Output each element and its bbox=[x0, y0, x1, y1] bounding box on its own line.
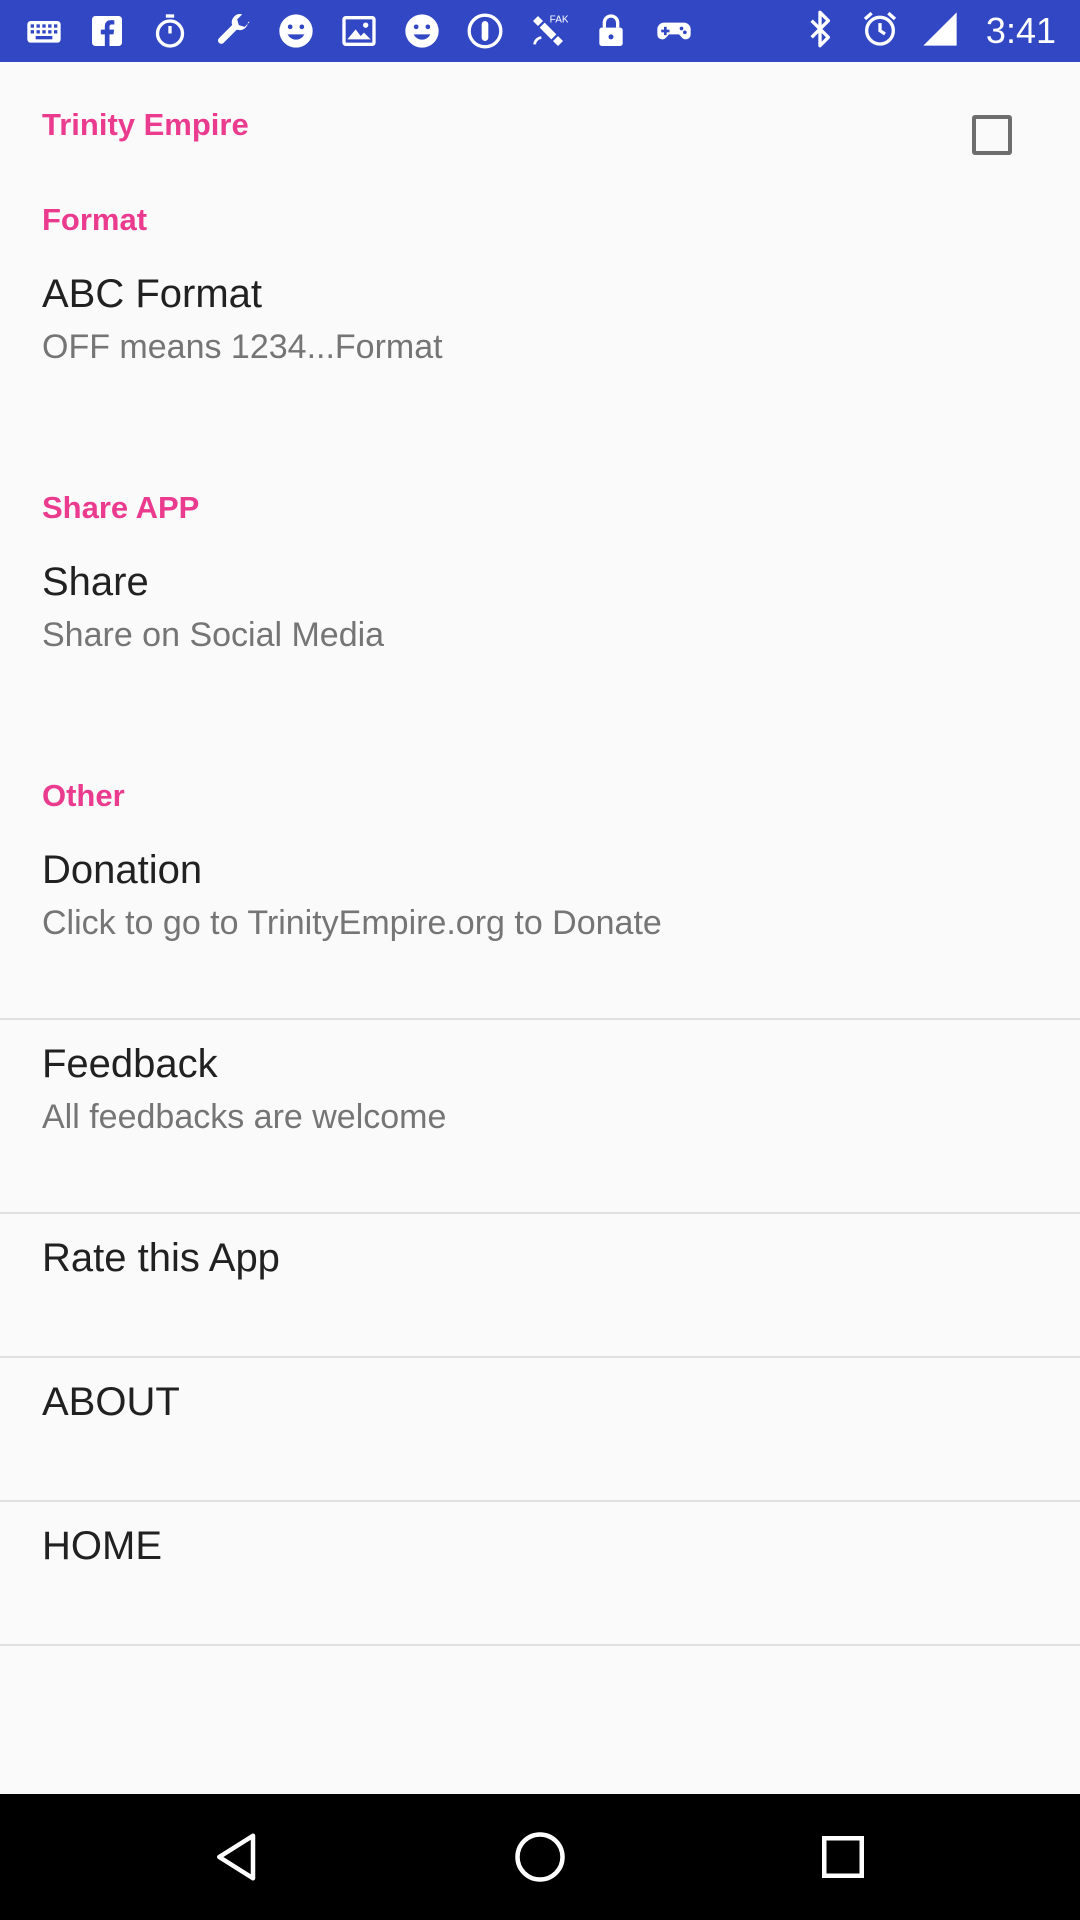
pref-feedback-summary: All feedbacks are welcome bbox=[42, 1098, 447, 1136]
circle-badge-icon bbox=[463, 9, 507, 53]
divider bbox=[0, 1644, 1080, 1646]
pref-share-summary: Share on Social Media bbox=[42, 616, 385, 654]
preferences-list: Trinity Empire Format ABC Format OFF mea… bbox=[0, 62, 1080, 1794]
pref-about-title: ABOUT bbox=[42, 1380, 180, 1424]
status-time: 3:41 bbox=[985, 10, 1056, 51]
pref-home[interactable]: HOME bbox=[0, 1524, 1080, 1594]
recents-icon[interactable] bbox=[803, 1817, 883, 1897]
abc-format-checkbox[interactable] bbox=[972, 115, 1012, 155]
notification-icons: FAKE bbox=[22, 0, 696, 62]
system-icons: 3:41 bbox=[800, 0, 1056, 62]
divider bbox=[0, 1212, 1080, 1214]
pref-abc-format-summary: OFF means 1234...Format bbox=[42, 328, 443, 366]
signal-icon bbox=[920, 9, 960, 54]
pref-about[interactable]: ABOUT bbox=[0, 1380, 1080, 1450]
pref-share-title: Share bbox=[42, 560, 149, 604]
pref-donation-title: Donation bbox=[42, 848, 203, 892]
fake-gps-satellite-icon: FAKE bbox=[526, 9, 570, 53]
divider bbox=[0, 1500, 1080, 1502]
category-share-app: Share APP bbox=[42, 490, 200, 525]
category-other: Other bbox=[42, 778, 125, 813]
navigation-bar bbox=[0, 1794, 1080, 1920]
bluetooth-icon bbox=[800, 9, 840, 54]
pref-abc-format-title: ABC Format bbox=[42, 272, 263, 316]
game-controller-icon bbox=[652, 9, 696, 53]
pref-rate-app[interactable]: Rate this App bbox=[0, 1236, 1080, 1306]
alarm-icon bbox=[860, 9, 900, 54]
pref-share[interactable]: Share Share on Social Media bbox=[0, 560, 1080, 670]
stopwatch-icon bbox=[148, 9, 192, 53]
status-bar: FAKE 3:41 bbox=[0, 0, 1080, 62]
category-app-name: Trinity Empire bbox=[42, 107, 249, 142]
smiley-icon bbox=[400, 9, 444, 53]
home-icon[interactable] bbox=[500, 1817, 580, 1897]
image-icon bbox=[337, 9, 381, 53]
pref-abc-format[interactable]: ABC Format OFF means 1234...Format bbox=[0, 115, 1080, 432]
pref-donation-summary: Click to go to TrinityEmpire.org to Dona… bbox=[42, 904, 662, 942]
pref-home-title: HOME bbox=[42, 1524, 162, 1568]
divider bbox=[0, 1356, 1080, 1358]
smiley-icon bbox=[274, 9, 318, 53]
settings-screen: FAKE 3:41 Trinity Empire Format bbox=[0, 0, 1080, 1920]
lock-icon bbox=[589, 9, 633, 53]
divider bbox=[0, 1018, 1080, 1020]
back-icon[interactable] bbox=[198, 1817, 278, 1897]
category-format: Format bbox=[42, 202, 148, 237]
svg-text:FAKE: FAKE bbox=[550, 15, 568, 26]
pref-feedback-title: Feedback bbox=[42, 1042, 218, 1086]
keyboard-icon bbox=[22, 9, 66, 53]
facebook-icon bbox=[85, 9, 129, 53]
pref-donation[interactable]: Donation Click to go to TrinityEmpire.or… bbox=[0, 848, 1080, 958]
wrench-icon bbox=[211, 9, 255, 53]
pref-rate-app-title: Rate this App bbox=[42, 1236, 280, 1280]
pref-feedback[interactable]: Feedback All feedbacks are welcome bbox=[0, 1042, 1080, 1152]
